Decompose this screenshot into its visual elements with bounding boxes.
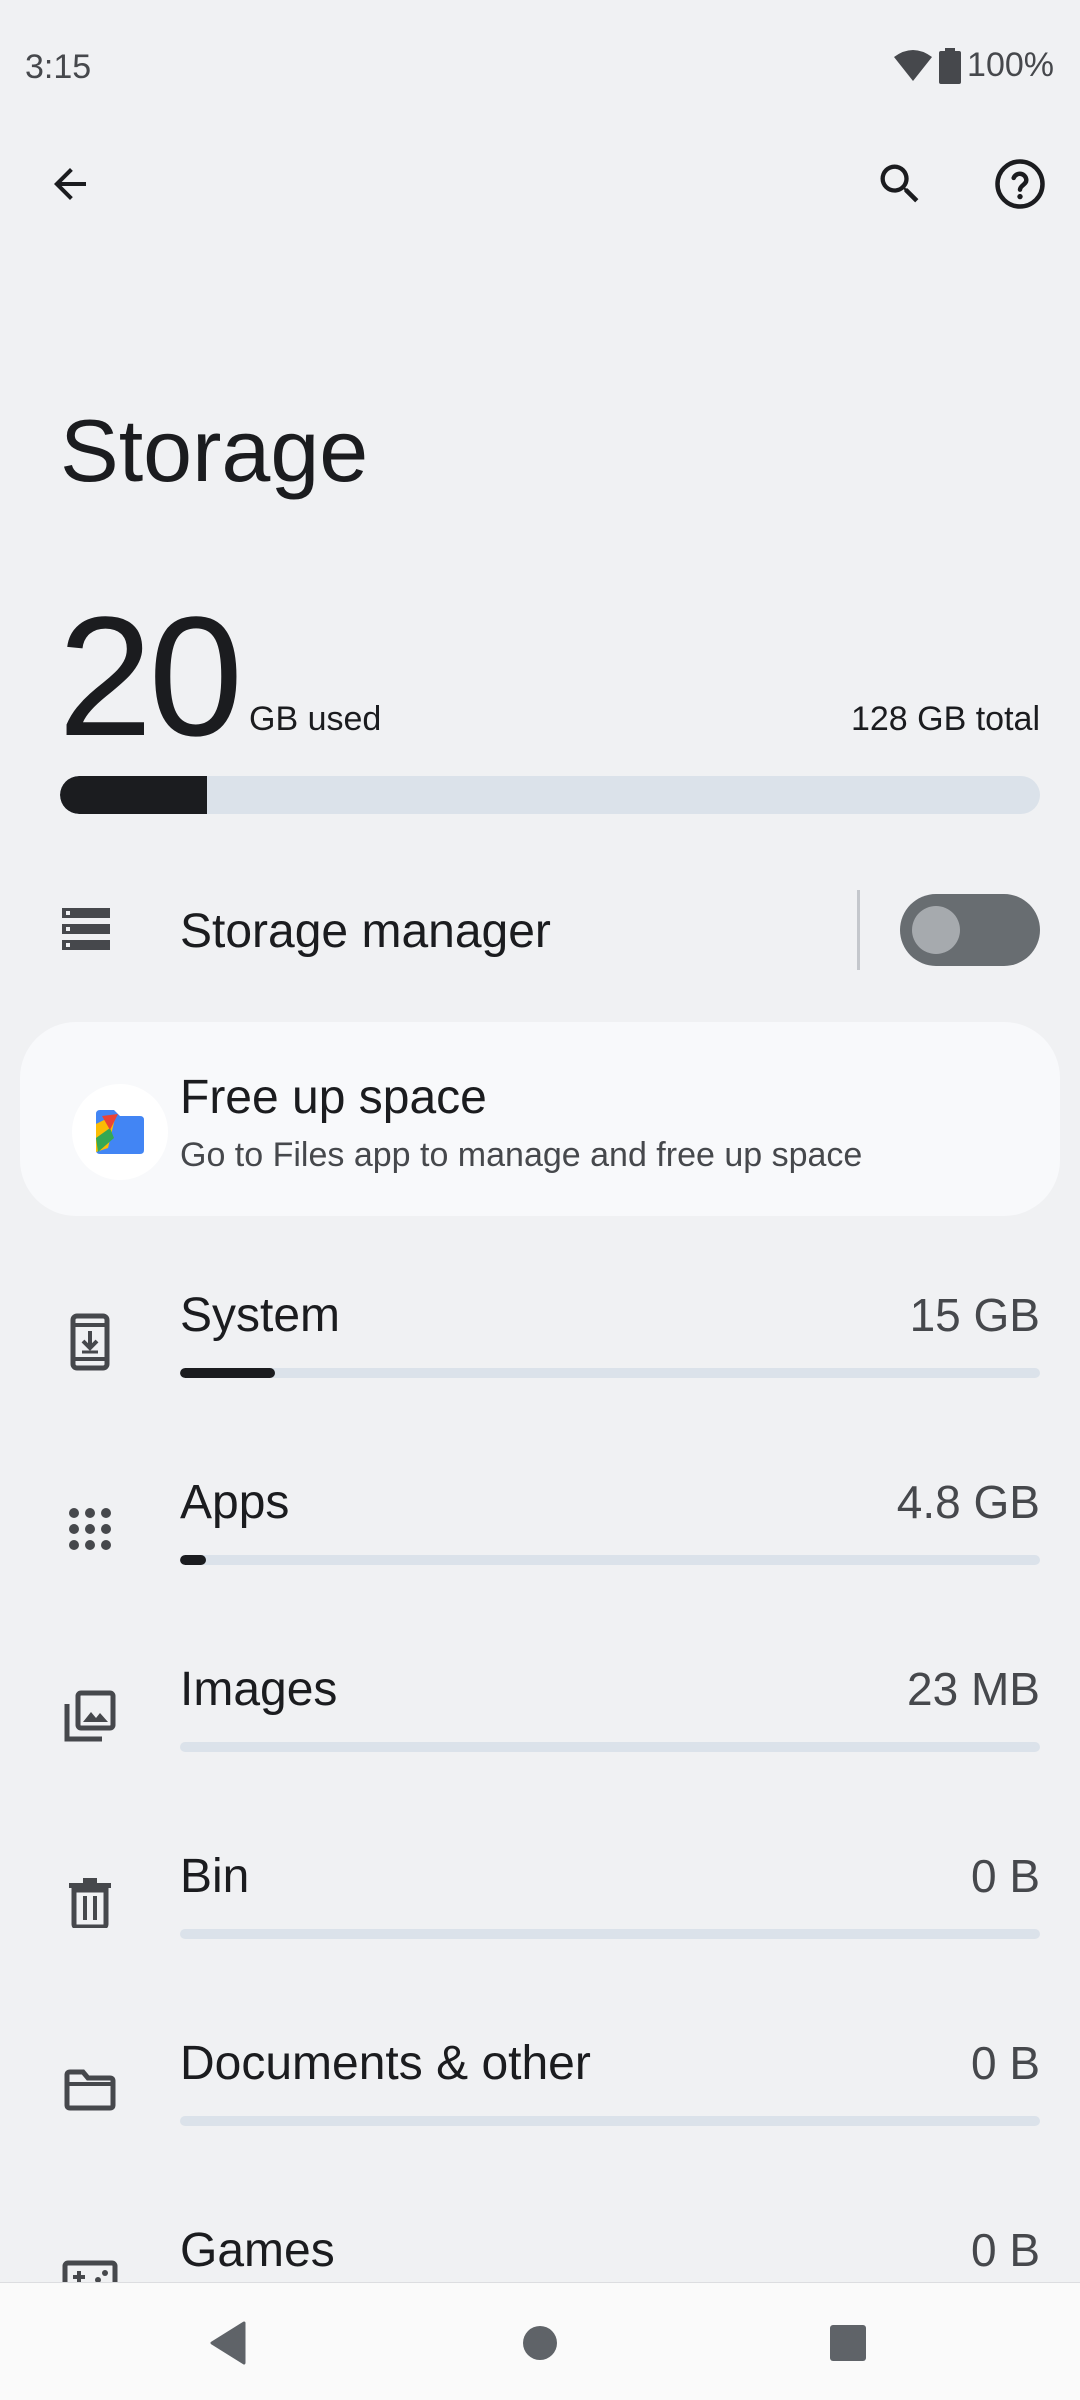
total-capacity: 128 GB total bbox=[850, 700, 1040, 738]
files-logo-icon bbox=[96, 1110, 144, 1154]
category-size: 0 B bbox=[970, 2224, 1040, 2276]
files-app-icon bbox=[72, 1084, 168, 1180]
category-documents-other[interactable]: Documents & other 0 B bbox=[0, 2024, 1080, 2210]
category-images[interactable]: Images 23 MB bbox=[0, 1650, 1080, 1836]
trash-icon bbox=[56, 1869, 124, 1937]
search-icon bbox=[880, 164, 919, 203]
nav-home-button[interactable] bbox=[492, 2301, 588, 2385]
category-usage-bar-fill bbox=[180, 1555, 206, 1565]
category-bin[interactable]: Bin 0 B bbox=[0, 1837, 1080, 2023]
category-usage-bar bbox=[180, 1742, 1040, 1752]
category-size: 23 MB bbox=[907, 1663, 1040, 1715]
category-usage-bar bbox=[180, 1368, 1040, 1378]
status-icons: 100% bbox=[893, 46, 1054, 85]
folder-icon bbox=[56, 2056, 124, 2124]
arrow-back-icon bbox=[54, 168, 86, 200]
wifi-icon bbox=[894, 49, 933, 81]
storage-usage-bar-fill bbox=[60, 776, 207, 814]
category-apps[interactable]: Apps 4.8 GB bbox=[0, 1463, 1080, 1649]
storage-settings-screen: 3:15 100% Storage 20 GB used 128 GB tota… bbox=[0, 0, 1080, 2400]
storage-manager-label: Storage manager bbox=[180, 905, 551, 958]
system-navigation-bar bbox=[0, 2282, 1080, 2400]
help-icon bbox=[995, 159, 1045, 209]
category-size: 0 B bbox=[970, 2037, 1040, 2089]
free-up-space-subtitle: Go to Files app to manage and free up sp… bbox=[180, 1136, 863, 1174]
battery-percent: 100% bbox=[967, 46, 1054, 84]
nav-recents-icon bbox=[830, 2325, 866, 2361]
storage-manager-row[interactable]: Storage manager bbox=[0, 880, 1080, 980]
switch-thumb bbox=[912, 906, 960, 954]
category-size: 4.8 GB bbox=[896, 1476, 1040, 1528]
free-up-space-title: Free up space bbox=[180, 1071, 487, 1124]
category-usage-bar bbox=[180, 2116, 1040, 2126]
search-button[interactable] bbox=[852, 136, 948, 232]
storage-manager-switch[interactable] bbox=[900, 894, 1040, 966]
storage-list-icon bbox=[62, 908, 110, 950]
system-update-icon bbox=[56, 1308, 124, 1376]
nav-back-icon bbox=[210, 2321, 246, 2365]
category-label: Games bbox=[180, 2224, 335, 2277]
category-label: Apps bbox=[180, 1476, 290, 1529]
page-title: Storage bbox=[60, 401, 369, 500]
category-label: Images bbox=[180, 1663, 338, 1716]
apps-grid-icon bbox=[56, 1495, 124, 1563]
category-label: Documents & other bbox=[180, 2037, 591, 2090]
help-button[interactable] bbox=[972, 136, 1068, 232]
back-button[interactable] bbox=[22, 136, 118, 232]
nav-back-button[interactable] bbox=[180, 2301, 276, 2385]
category-usage-bar bbox=[180, 1929, 1040, 1939]
category-usage-bar-fill bbox=[180, 1368, 275, 1378]
category-label: System bbox=[180, 1289, 341, 1342]
status-bar: 3:15 100% bbox=[0, 0, 1080, 130]
divider bbox=[857, 890, 860, 970]
used-amount: 20 bbox=[58, 582, 243, 772]
status-time: 3:15 bbox=[25, 48, 92, 86]
nav-home-icon bbox=[523, 2326, 557, 2360]
category-size: 15 GB bbox=[909, 1289, 1040, 1341]
used-unit-label: GB used bbox=[249, 700, 382, 738]
category-size: 0 B bbox=[970, 1850, 1040, 1902]
category-system[interactable]: System 15 GB bbox=[0, 1276, 1080, 1462]
category-usage-bar bbox=[180, 1555, 1040, 1565]
storage-usage-bar bbox=[60, 776, 1040, 814]
free-up-space-card[interactable]: Free up space Go to Files app to manage … bbox=[20, 1022, 1060, 1216]
nav-recents-button[interactable] bbox=[800, 2301, 896, 2385]
images-icon bbox=[56, 1682, 124, 1750]
category-label: Bin bbox=[180, 1850, 250, 1903]
battery-icon bbox=[939, 47, 962, 84]
